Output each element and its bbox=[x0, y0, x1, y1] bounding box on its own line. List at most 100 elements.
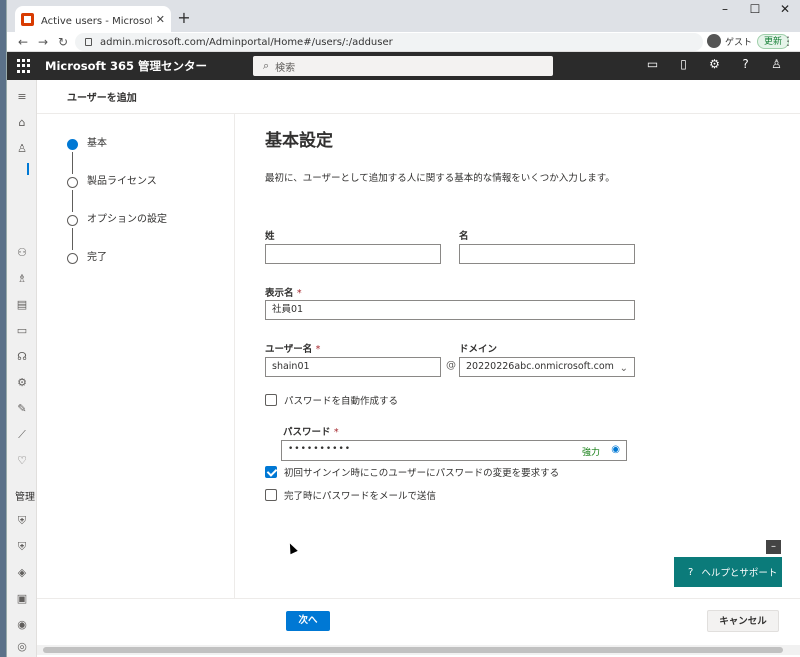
username-label-text: ユーザー名 bbox=[265, 344, 313, 355]
chevron-down-icon: ⌄ bbox=[619, 363, 628, 374]
maximize-button[interactable]: ☐ bbox=[740, 0, 770, 18]
header-icons: ▭ ▯ ⚙ ? ♙ bbox=[637, 57, 792, 71]
step-label: 完了 bbox=[87, 252, 107, 263]
profile-avatar-icon bbox=[707, 34, 721, 48]
display-name-input[interactable]: 社員01 bbox=[265, 300, 635, 320]
new-tab-button[interactable]: + bbox=[175, 8, 193, 27]
browser-tab-active[interactable]: Active users - Microsoft 365 管理 ✕ bbox=[15, 6, 171, 32]
minimize-button[interactable]: – bbox=[710, 0, 740, 18]
step-connector bbox=[72, 190, 73, 212]
admin-centers-label: 管理 bbox=[15, 492, 35, 503]
brand-title[interactable]: Microsoft 365 管理センター bbox=[45, 58, 207, 74]
groups-icon[interactable]: ⚇ bbox=[15, 246, 29, 260]
step-basic[interactable]: 基本 bbox=[67, 136, 167, 174]
step-connector bbox=[72, 152, 73, 174]
exchange-icon[interactable]: ▣ bbox=[15, 592, 29, 606]
endpoint-icon[interactable]: ◈ bbox=[15, 566, 29, 580]
setup-wrench-icon[interactable]: ✎ bbox=[15, 402, 29, 416]
search-box[interactable]: ⌕ 検索 bbox=[253, 56, 553, 76]
users-icon[interactable]: ♙ bbox=[15, 142, 29, 156]
domain-value: 20220226abc.onmicrosoft.com bbox=[466, 361, 614, 372]
username-label: ユーザー名 * bbox=[265, 341, 320, 355]
password-input[interactable]: •••••••••• 強力 ◉ bbox=[281, 440, 627, 461]
billing-icon[interactable]: ▭ bbox=[15, 324, 29, 338]
help-support-button[interactable]: ? ヘルプとサポート bbox=[674, 557, 782, 587]
step-licenses[interactable]: 製品ライセンス bbox=[67, 174, 167, 212]
required-mark: * bbox=[315, 344, 321, 355]
reload-icon[interactable]: ↻ bbox=[53, 35, 73, 49]
display-name-label: 表示名 * bbox=[265, 285, 302, 299]
url-text: admin.microsoft.com/Adminportal/Home#/us… bbox=[100, 36, 393, 48]
first-name-input[interactable] bbox=[459, 244, 635, 264]
horizontal-scrollbar[interactable] bbox=[37, 645, 800, 655]
form-heading: 基本設定 bbox=[265, 131, 333, 151]
password-label: パスワード * bbox=[283, 424, 339, 438]
teams-icon[interactable]: ◎ bbox=[15, 640, 29, 654]
step-indicator-active bbox=[67, 139, 78, 150]
step-connector bbox=[72, 228, 73, 250]
health-icon[interactable]: ♡ bbox=[15, 454, 29, 468]
username-input[interactable]: shain01 bbox=[265, 357, 441, 377]
sharepoint-icon[interactable]: ◉ bbox=[15, 618, 29, 632]
terminal-icon[interactable]: ▭ bbox=[637, 57, 668, 71]
form-description: 最初に、ユーザーとして追加する人に関する基本的な情報をいくつか入力します。 bbox=[265, 173, 615, 184]
require-change-label: 初回サインイン時にこのユーザーにパスワードの変更を要求する bbox=[284, 468, 560, 479]
window-close-button[interactable]: ✕ bbox=[770, 0, 800, 18]
help-support-label: ヘルプとサポート bbox=[701, 568, 778, 579]
email-password-label: 完了時にパスワードをメールで送信 bbox=[284, 491, 437, 502]
step-optional-settings[interactable]: オプションの設定 bbox=[67, 212, 167, 250]
office-favicon-icon bbox=[21, 12, 34, 26]
user-account-icon[interactable]: ♙ bbox=[761, 57, 792, 71]
help-question-icon[interactable]: ? bbox=[730, 57, 761, 71]
required-mark: * bbox=[333, 427, 339, 438]
next-button[interactable]: 次へ bbox=[286, 611, 330, 631]
step-finish[interactable]: 完了 bbox=[67, 250, 167, 288]
password-label-text: パスワード bbox=[283, 427, 331, 438]
m365-header: Microsoft 365 管理センター ⌕ 検索 ▭ ▯ ⚙ ? ♙ bbox=[7, 52, 800, 80]
checkbox-box bbox=[265, 489, 277, 501]
profile-label: ゲスト bbox=[725, 37, 753, 48]
active-nav-marker bbox=[27, 163, 29, 175]
require-change-checkbox[interactable]: 初回サインイン時にこのユーザーにパスワードの変更を要求する bbox=[265, 465, 559, 479]
forward-arrow-icon[interactable]: → bbox=[33, 35, 53, 49]
domain-label: ドメイン bbox=[459, 344, 498, 355]
step-indicator bbox=[67, 253, 78, 264]
app-launcher-icon[interactable] bbox=[17, 59, 31, 73]
scrollbar-thumb[interactable] bbox=[43, 647, 783, 653]
email-password-checkbox[interactable]: 完了時にパスワードをメールで送信 bbox=[265, 488, 436, 502]
show-password-eye-icon[interactable]: ◉ bbox=[611, 444, 620, 455]
left-nav-rail: ≡ ⌂ ♙ ⚇ ♗ ▤ ▭ ☊ ⚙ ✎ ⟋ ♡ 管理 ⛨ ⛨ ◈ ▣ ◉ ◎ bbox=[7, 80, 37, 657]
reports-chart-icon[interactable]: ⟋ bbox=[15, 428, 29, 442]
support-headset-icon[interactable]: ☊ bbox=[15, 350, 29, 364]
more-menu-icon[interactable]: ⋮ bbox=[782, 34, 794, 48]
mobile-icon[interactable]: ▯ bbox=[668, 57, 699, 71]
compliance-shield-icon[interactable]: ⛨ bbox=[15, 540, 29, 554]
hamburger-menu-icon[interactable]: ≡ bbox=[15, 90, 29, 104]
url-field[interactable]: admin.microsoft.com/Adminportal/Home#/us… bbox=[75, 33, 703, 51]
last-name-input[interactable] bbox=[265, 244, 441, 264]
lock-icon bbox=[85, 38, 92, 46]
help-minimize-button[interactable]: – bbox=[766, 540, 781, 554]
step-label: 製品ライセンス bbox=[87, 176, 157, 187]
tab-close-icon[interactable]: ✕ bbox=[156, 13, 165, 26]
settings-icon[interactable]: ⚙ bbox=[15, 376, 29, 390]
search-placeholder: 検索 bbox=[275, 62, 296, 74]
resources-icon[interactable]: ▤ bbox=[15, 298, 29, 312]
auto-password-label: パスワードを自動作成する bbox=[284, 396, 399, 407]
settings-gear-icon[interactable]: ⚙ bbox=[699, 57, 730, 71]
required-mark: * bbox=[296, 288, 302, 299]
checkbox-box-checked bbox=[265, 466, 277, 478]
help-chat-icon: ? bbox=[688, 566, 694, 578]
profile-button[interactable]: ゲスト bbox=[707, 34, 752, 48]
security-shield-icon[interactable]: ⛨ bbox=[15, 514, 29, 528]
domain-select[interactable]: 20220226abc.onmicrosoft.com ⌄ bbox=[459, 357, 635, 377]
window-controls: – ☐ ✕ bbox=[710, 0, 800, 18]
password-value: •••••••••• bbox=[288, 444, 352, 454]
cancel-button[interactable]: キャンセル bbox=[707, 610, 779, 632]
back-arrow-icon[interactable]: ← bbox=[13, 35, 33, 49]
auto-password-checkbox[interactable]: パスワードを自動作成する bbox=[265, 393, 398, 407]
roles-icon[interactable]: ♗ bbox=[15, 272, 29, 286]
tab-title: Active users - Microsoft 365 管理 bbox=[41, 15, 152, 27]
home-icon[interactable]: ⌂ bbox=[15, 116, 29, 130]
wizard-steps: 基本 製品ライセンス オプションの設定 完了 bbox=[67, 136, 167, 288]
